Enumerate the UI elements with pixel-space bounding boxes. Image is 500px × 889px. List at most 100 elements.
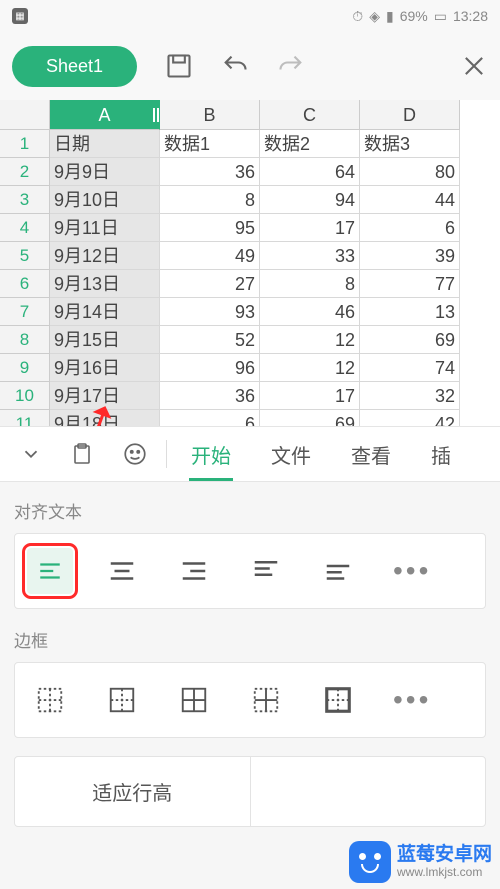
row-header-10[interactable]: 10 [0, 382, 50, 410]
data-cell[interactable]: 32 [360, 382, 460, 410]
data-cell[interactable]: 13 [360, 298, 460, 326]
section-border-label: 边框 [14, 627, 486, 652]
border-outer-button[interactable] [99, 677, 145, 723]
data-cell[interactable]: 69 [260, 410, 360, 426]
clipboard-icon[interactable] [56, 442, 108, 466]
data-cell[interactable]: 12 [260, 326, 360, 354]
align-center-button[interactable] [99, 548, 145, 594]
border-more-button[interactable]: ••• [387, 684, 437, 716]
signal-icon: ▮ [386, 8, 394, 25]
data-cell[interactable]: 27 [160, 270, 260, 298]
data-cell[interactable]: 9月15日 [50, 326, 160, 354]
data-cell[interactable]: 95 [160, 214, 260, 242]
header-cell[interactable]: 日期 [50, 130, 160, 158]
border-all-button[interactable] [171, 677, 217, 723]
col-header-A[interactable]: A [50, 100, 160, 130]
border-inner-button[interactable] [243, 677, 289, 723]
col-header-C[interactable]: C [260, 100, 360, 130]
data-cell[interactable]: 36 [160, 158, 260, 186]
status-bar: ▦ ⏱ ◈ ▮ 69% ▭ 13:28 [0, 0, 500, 32]
data-cell[interactable]: 77 [360, 270, 460, 298]
data-cell[interactable]: 9月11日 [50, 214, 160, 242]
data-cell[interactable]: 6 [360, 214, 460, 242]
watermark: 蓝莓安卓网 www.lmkjst.com [349, 841, 492, 883]
data-cell[interactable]: 80 [360, 158, 460, 186]
data-cell[interactable]: 9月16日 [50, 354, 160, 382]
data-cell[interactable]: 8 [260, 270, 360, 298]
data-cell[interactable]: 8 [160, 186, 260, 214]
data-cell[interactable]: 44 [360, 186, 460, 214]
row-header-1[interactable]: 1 [0, 130, 50, 158]
data-cell[interactable]: 17 [260, 382, 360, 410]
row-header-4[interactable]: 4 [0, 214, 50, 242]
data-cell[interactable]: 9月10日 [50, 186, 160, 214]
data-cell[interactable]: 6 [160, 410, 260, 426]
header-cell[interactable]: 数据3 [360, 130, 460, 158]
align-more-button[interactable]: ••• [387, 555, 437, 587]
row-header-8[interactable]: 8 [0, 326, 50, 354]
watermark-url: www.lmkjst.com [397, 866, 492, 879]
row-header-9[interactable]: 9 [0, 354, 50, 382]
row-header-7[interactable]: 7 [0, 298, 50, 326]
align-top-button[interactable] [243, 548, 289, 594]
tab-start[interactable]: 开始 [171, 427, 251, 481]
collapse-panel-icon[interactable] [6, 443, 56, 465]
tab-file[interactable]: 文件 [251, 427, 331, 481]
redo-icon[interactable] [277, 52, 305, 80]
data-cell[interactable]: 64 [260, 158, 360, 186]
data-cell[interactable]: 52 [160, 326, 260, 354]
border-thick-button[interactable] [315, 677, 361, 723]
save-icon[interactable] [165, 52, 193, 80]
wifi-icon: ◈ [369, 8, 380, 25]
data-cell[interactable]: 39 [360, 242, 460, 270]
header-cell[interactable]: 数据2 [260, 130, 360, 158]
data-cell[interactable]: 69 [360, 326, 460, 354]
border-none-button[interactable] [27, 677, 73, 723]
row-header-11[interactable]: 11 [0, 410, 50, 426]
section-align-label: 对齐文本 [14, 498, 486, 523]
data-cell[interactable]: 93 [160, 298, 260, 326]
data-cell[interactable]: 74 [360, 354, 460, 382]
data-cell[interactable]: 94 [260, 186, 360, 214]
col-header-B[interactable]: B [160, 100, 260, 130]
data-cell[interactable]: 36 [160, 382, 260, 410]
border-options: ••• [14, 662, 486, 738]
spreadsheet[interactable]: ABCD1日期数据1数据2数据329月9日36648039月10日8944449… [0, 100, 500, 426]
data-cell[interactable]: 17 [260, 214, 360, 242]
align-middle-button[interactable] [315, 548, 361, 594]
battery-icon: ▭ [434, 8, 447, 25]
data-cell[interactable]: 46 [260, 298, 360, 326]
assistant-icon[interactable] [108, 441, 162, 467]
data-cell[interactable]: 12 [260, 354, 360, 382]
col-header-D[interactable]: D [360, 100, 460, 130]
data-cell[interactable]: 9月13日 [50, 270, 160, 298]
data-cell[interactable]: 9月12日 [50, 242, 160, 270]
notification-icon: ▦ [12, 8, 28, 24]
row-header-3[interactable]: 3 [0, 186, 50, 214]
data-cell[interactable]: 33 [260, 242, 360, 270]
select-all-corner[interactable] [0, 100, 50, 130]
data-cell[interactable]: 49 [160, 242, 260, 270]
watermark-logo-icon [349, 841, 391, 883]
tab-more[interactable]: 插 [411, 427, 451, 481]
row-header-2[interactable]: 2 [0, 158, 50, 186]
fit-options: 适应行高 [14, 756, 486, 827]
data-cell[interactable]: 9月9日 [50, 158, 160, 186]
row-header-5[interactable]: 5 [0, 242, 50, 270]
align-options: ••• [14, 533, 486, 609]
fit-row-height-button[interactable]: 适应行高 [15, 757, 251, 826]
align-left-button[interactable] [27, 548, 73, 594]
undo-icon[interactable] [221, 52, 249, 80]
data-cell[interactable]: 96 [160, 354, 260, 382]
data-cell[interactable]: 42 [360, 410, 460, 426]
sheet-tab[interactable]: Sheet1 [12, 46, 137, 87]
header-cell[interactable]: 数据1 [160, 130, 260, 158]
fit-col-width-button[interactable] [251, 757, 486, 826]
panel-body: 对齐文本 ••• 边框 ••• 适应行高 [0, 482, 500, 889]
align-right-button[interactable] [171, 548, 217, 594]
tab-view[interactable]: 查看 [331, 427, 411, 481]
row-header-6[interactable]: 6 [0, 270, 50, 298]
close-icon[interactable] [460, 52, 488, 80]
data-cell[interactable]: 9月14日 [50, 298, 160, 326]
battery-percent: 69% [400, 8, 428, 24]
